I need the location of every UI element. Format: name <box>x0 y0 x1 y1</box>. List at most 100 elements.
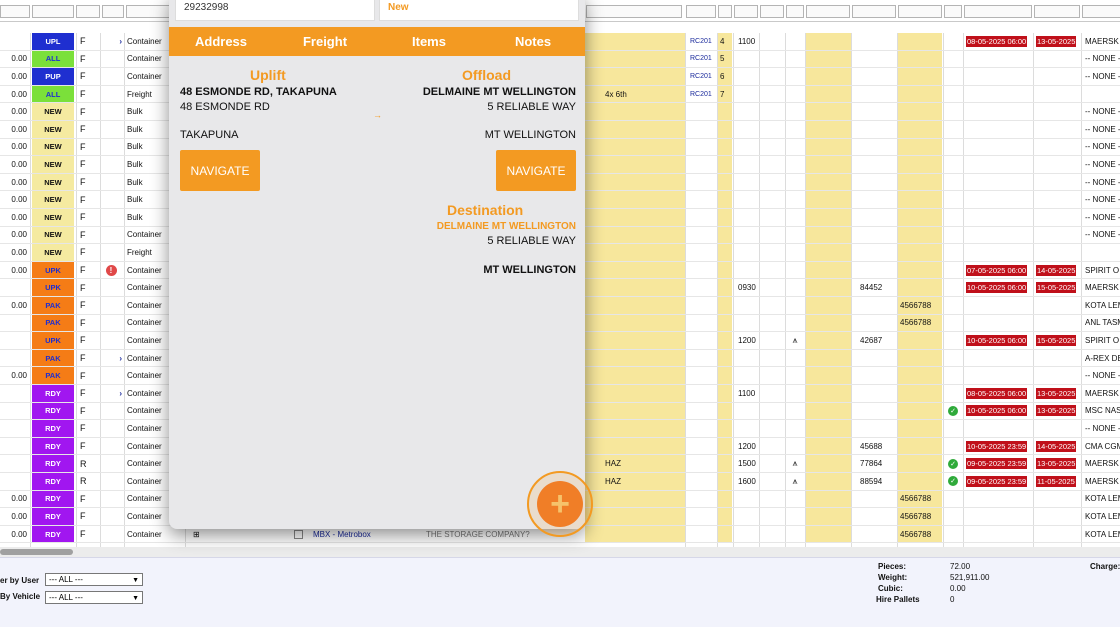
status-badge[interactable]: NEW <box>32 121 74 138</box>
sequence-cell <box>720 174 730 191</box>
amount-cell <box>0 332 30 349</box>
amount-cell: 0.00 <box>11 300 27 310</box>
date-start-cell: 08-05-2025 06:00 <box>966 33 1032 50</box>
job-status-field[interactable]: New <box>379 0 579 21</box>
status-badge[interactable]: NEW <box>32 156 74 173</box>
check-cell <box>946 438 960 455</box>
header-cell[interactable] <box>1034 5 1080 18</box>
add-button[interactable]: + <box>527 471 593 537</box>
header-cell[interactable] <box>852 5 896 18</box>
status-badge[interactable]: NEW <box>32 226 74 244</box>
header-cell[interactable] <box>734 5 758 18</box>
expand-arrow-icon[interactable]: › <box>119 389 122 398</box>
header-cell[interactable] <box>806 5 850 18</box>
uplift-navigate-button[interactable]: NAVIGATE <box>180 150 260 191</box>
date-start-cell: 10-05-2025 23:59 <box>966 438 1032 455</box>
expand-arrow-icon[interactable]: › <box>119 354 122 363</box>
flag-cell <box>100 455 122 472</box>
header-cell[interactable] <box>686 5 716 18</box>
header-cell[interactable] <box>760 5 784 18</box>
date-start-cell: 07-05-2025 06:00 <box>966 262 1032 279</box>
status-badge[interactable]: RDY <box>32 455 74 472</box>
status-badge[interactable]: UPK <box>32 261 74 279</box>
type-cell: F <box>80 177 86 188</box>
check-cell <box>946 139 960 156</box>
status-badge[interactable]: ALL <box>32 85 74 103</box>
horizontal-scrollbar[interactable] <box>0 547 1120 557</box>
sequence-cell <box>720 403 730 420</box>
header-cell[interactable] <box>964 5 1032 18</box>
status-badge[interactable]: UPL <box>32 33 74 50</box>
status-badge[interactable]: NEW <box>32 244 74 261</box>
route-code-cell <box>690 491 716 508</box>
header-cell[interactable] <box>786 5 804 18</box>
header-cell[interactable] <box>0 5 30 18</box>
status-badge[interactable]: PAK <box>32 349 74 367</box>
route-code-cell <box>690 191 716 208</box>
status-badge[interactable]: RDY <box>32 525 74 543</box>
header-cell[interactable] <box>76 5 100 18</box>
tab-notes[interactable]: Notes <box>481 34 585 49</box>
time-cell <box>738 86 762 103</box>
flag-cell <box>100 121 122 138</box>
status-badge[interactable]: RDY <box>32 508 74 525</box>
time-cell <box>738 491 762 508</box>
status-badge[interactable]: NEW <box>32 191 74 208</box>
tab-address[interactable]: Address <box>169 34 273 49</box>
status-badge[interactable]: PAK <box>32 314 74 332</box>
status-badge[interactable]: RDY <box>32 473 74 490</box>
header-cell[interactable] <box>102 5 124 18</box>
header-cell[interactable] <box>126 5 170 18</box>
status-badge[interactable]: PUP <box>32 68 74 85</box>
status-badge[interactable]: RDY <box>32 420 74 437</box>
date-start-cell: 10-05-2025 06:00 <box>966 403 1032 420</box>
status-badge[interactable]: RDY <box>32 490 74 508</box>
filter-user-select[interactable]: --- ALL --- ▼ <box>45 573 143 586</box>
header-cell[interactable] <box>1082 5 1120 18</box>
job-number-field[interactable]: 29232998 <box>175 0 375 21</box>
header-cell[interactable] <box>944 5 962 18</box>
route-code-cell: RC201 <box>690 37 712 45</box>
column-highlight <box>806 191 851 208</box>
status-badge[interactable]: NEW <box>32 138 74 156</box>
status-badge[interactable]: UPK <box>32 279 74 296</box>
hazard-cell: ⩚ <box>787 473 803 490</box>
offload-navigate-button[interactable]: NAVIGATE <box>496 150 576 191</box>
hazard-cell <box>787 227 803 244</box>
amount-cell: 0.00 <box>11 89 27 99</box>
hire-pallets-value: 0 <box>950 595 955 604</box>
header-cell[interactable] <box>898 5 942 18</box>
status-badge[interactable]: PAK <box>32 297 74 314</box>
status-badge[interactable]: RDY <box>32 402 74 420</box>
cubic-label: Cubic: <box>878 584 903 593</box>
status-badge[interactable]: RDY <box>32 437 74 455</box>
status-badge[interactable]: UPK <box>32 332 74 349</box>
header-cell[interactable] <box>718 5 732 18</box>
status-badge[interactable]: RDY <box>32 385 74 402</box>
column-highlight <box>806 314 851 332</box>
flag-cell <box>100 332 122 349</box>
filter-vehicle-select[interactable]: --- ALL --- ▼ <box>45 591 143 604</box>
date-start-cell <box>966 491 1032 508</box>
status-badge[interactable]: PAK <box>32 367 74 384</box>
tab-items[interactable]: Items <box>377 34 481 49</box>
header-cell[interactable] <box>586 5 682 18</box>
status-badge[interactable]: NEW <box>32 103 74 120</box>
status-badge[interactable]: ALL <box>32 50 74 68</box>
time-cell: 1100 <box>738 36 756 46</box>
scroll-thumb[interactable] <box>0 549 73 555</box>
header-cell[interactable] <box>32 5 74 18</box>
hire-pallets-label: Hire Pallets <box>876 595 920 604</box>
expand-arrow-icon[interactable]: › <box>119 37 122 46</box>
filter-vehicle-label: By Vehicle <box>0 592 41 601</box>
time-cell <box>738 191 762 208</box>
uplift-address-line2: 48 ESMONDE RD <box>180 101 270 113</box>
tab-freight[interactable]: Freight <box>273 34 377 49</box>
footer-bar: er by User --- ALL --- ▼ By Vehicle --- … <box>0 557 1120 627</box>
row-checkbox[interactable] <box>294 529 303 539</box>
reference-cell <box>860 508 890 525</box>
amount-cell <box>0 455 30 472</box>
status-badge[interactable]: NEW <box>32 209 74 226</box>
status-badge[interactable]: NEW <box>32 173 74 191</box>
filter-user-value: --- ALL --- <box>49 575 83 584</box>
